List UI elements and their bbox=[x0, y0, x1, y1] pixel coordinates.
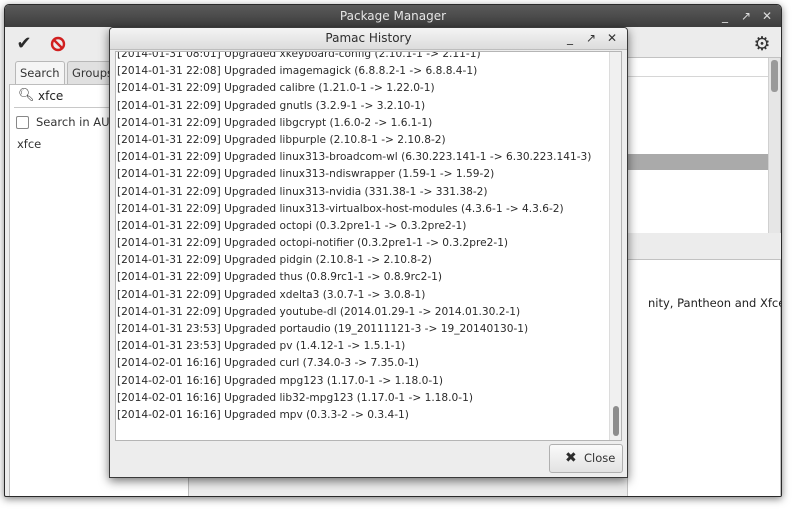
history-list: [2014-01-31 08:01] Upgraded xkeyboard-co… bbox=[116, 51, 608, 424]
package-description: nity, Pantheon and Xfce. bbox=[648, 296, 782, 310]
main-titlebar: Package Manager _ ↗ ✕ bbox=[5, 5, 781, 27]
history-entry: [2014-02-01 16:16] Upgraded mpv (0.3.3-2… bbox=[117, 408, 409, 421]
search-in-aur-label: Search in AUR bbox=[36, 115, 118, 129]
details-tabbar bbox=[627, 233, 781, 259]
close-button-label: Close bbox=[584, 451, 616, 465]
history-log-view[interactable]: [2014-01-31 08:01] Upgraded xkeyboard-co… bbox=[115, 51, 622, 441]
search-result-item[interactable]: xfce bbox=[17, 137, 41, 151]
close-x-icon: ✖ bbox=[565, 450, 577, 466]
history-entry: [2014-01-31 22:09] Upgraded octopi-notif… bbox=[117, 237, 509, 250]
main-minimize-button[interactable]: _ bbox=[717, 5, 733, 27]
history-dialog-title: Pamac History bbox=[325, 31, 412, 45]
tab-search[interactable]: Search bbox=[15, 61, 65, 84]
package-list-header bbox=[628, 58, 768, 77]
history-entry: [2014-01-31 22:09] Upgraded octopi (0.3.… bbox=[117, 219, 467, 232]
history-entry: [2014-01-31 22:09] Upgraded gnutls (3.2.… bbox=[117, 99, 426, 112]
gear-icon[interactable]: ⚙ bbox=[751, 33, 773, 55]
history-entry: [2014-01-31 22:09] Upgraded linux313-ndi… bbox=[117, 168, 495, 181]
cancel-no-entry-icon[interactable] bbox=[47, 33, 69, 55]
history-entry: [2014-02-01 16:16] Upgraded mpg123 (1.17… bbox=[117, 374, 444, 387]
main-window-title: Package Manager bbox=[339, 9, 447, 23]
history-entry: [2014-01-31 22:09] Upgraded linux313-bro… bbox=[117, 151, 592, 164]
history-close-window-button[interactable]: ✕ bbox=[604, 28, 620, 49]
package-list bbox=[627, 57, 781, 235]
package-details: nity, Pantheon and Xfce. bbox=[627, 259, 782, 496]
history-entry: [2014-01-31 23:53] Upgraded pv (1.4.12-1… bbox=[117, 340, 406, 353]
history-entry: [2014-01-31 22:09] Upgraded libpurple (2… bbox=[117, 133, 446, 146]
search-input-value: xfce bbox=[38, 89, 64, 103]
history-entry: [2014-01-31 23:53] Upgraded portaudio (1… bbox=[117, 323, 529, 335]
package-list-scrollbar[interactable] bbox=[768, 58, 780, 234]
main-close-button[interactable]: ✕ bbox=[759, 5, 775, 27]
history-entry: [2014-01-31 22:09] Upgraded pidgin (2.10… bbox=[117, 254, 432, 267]
search-in-aur-checkbox[interactable] bbox=[16, 116, 29, 129]
history-entry: [2014-01-31 22:09] Upgraded youtube-dl (… bbox=[117, 305, 521, 318]
history-entry: [2014-01-31 22:09] Upgraded thus (0.8.9r… bbox=[117, 271, 443, 284]
history-scroll-thumb[interactable] bbox=[613, 406, 619, 436]
history-entry: [2014-01-31 22:09] Upgraded calibre (1.2… bbox=[117, 82, 435, 95]
history-entry: [2014-01-31 22:09] Upgraded linux313-vir… bbox=[117, 202, 564, 215]
apply-check-icon[interactable]: ✔ bbox=[13, 33, 35, 55]
main-maximize-button[interactable]: ↗ bbox=[738, 5, 754, 27]
search-icon: 🔍︎ bbox=[18, 88, 35, 103]
close-button[interactable]: ✖ Close bbox=[549, 444, 623, 473]
history-entry: [2014-01-31 22:09] Upgraded libgcrypt (1… bbox=[117, 116, 433, 129]
history-maximize-button[interactable]: ↗ bbox=[583, 28, 599, 49]
history-entry: [2014-01-31 22:09] Upgraded linux313-nvi… bbox=[117, 185, 488, 198]
history-minimize-button[interactable]: _ bbox=[562, 28, 578, 49]
history-entry: [2014-02-01 16:16] Upgraded curl (7.34.0… bbox=[117, 357, 419, 370]
history-entry: [2014-01-31 08:01] Upgraded xkeyboard-co… bbox=[117, 51, 481, 60]
history-entry: [2014-02-01 16:16] Upgraded lib32-mpg123… bbox=[117, 391, 473, 404]
history-entry: [2014-01-31 22:09] Upgraded xdelta3 (3.0… bbox=[117, 288, 426, 301]
package-list-selected-row[interactable] bbox=[628, 154, 768, 170]
history-entry: [2014-01-31 22:08] Upgraded imagemagick … bbox=[117, 65, 478, 78]
history-dialog-titlebar: Pamac History _ ↗ ✕ bbox=[110, 28, 627, 50]
history-dialog: Pamac History _ ↗ ✕ [2014-01-31 08:01] U… bbox=[109, 27, 628, 478]
history-scrollbar[interactable] bbox=[609, 52, 621, 440]
package-list-scroll-thumb[interactable] bbox=[771, 60, 778, 92]
